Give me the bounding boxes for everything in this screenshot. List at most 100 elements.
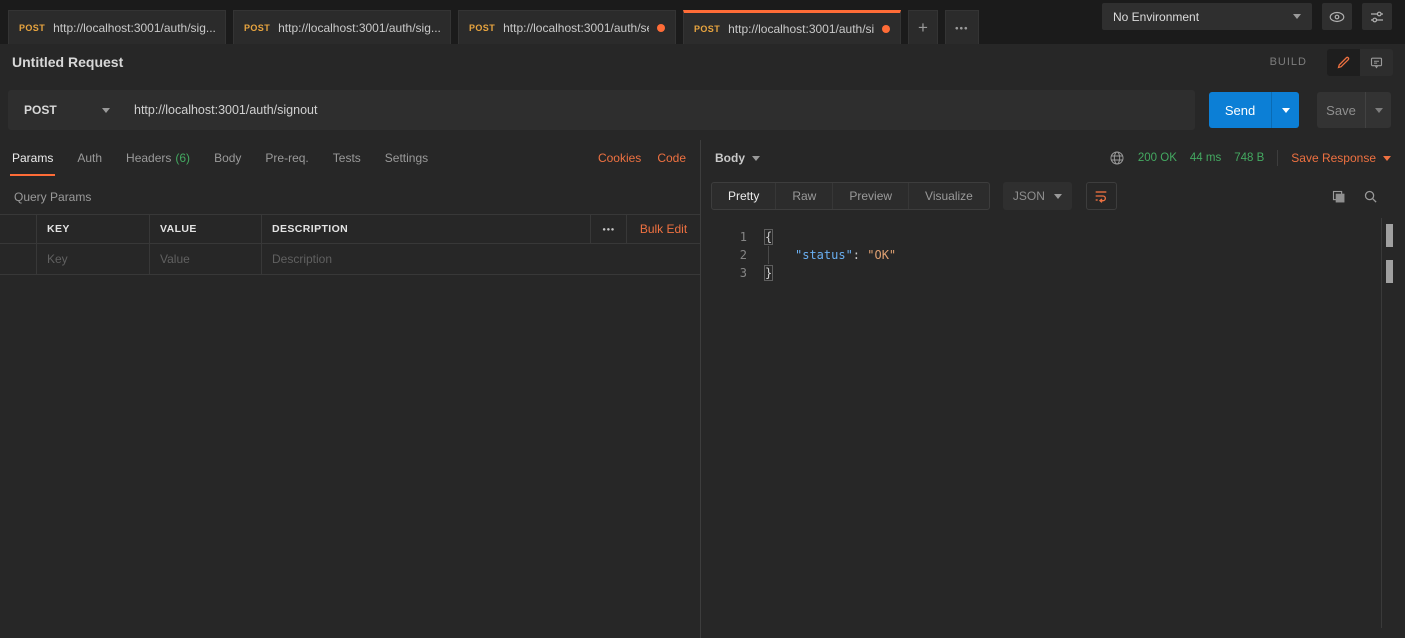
pencil-icon bbox=[1336, 55, 1351, 70]
view-tab-pretty[interactable]: Pretty bbox=[712, 183, 776, 209]
environment-selector[interactable]: No Environment bbox=[1102, 3, 1312, 30]
param-value-input[interactable] bbox=[150, 252, 261, 266]
new-tab-button[interactable]: + bbox=[908, 10, 938, 44]
url-input[interactable] bbox=[122, 103, 1195, 117]
tab-url-label: http://localhost:3001/auth/sig... bbox=[728, 22, 874, 36]
unsaved-changes-dot bbox=[882, 25, 890, 33]
plus-icon: + bbox=[918, 18, 928, 38]
tab-settings[interactable]: Settings bbox=[383, 140, 430, 176]
tab-params[interactable]: Params bbox=[10, 140, 55, 176]
chevron-down-icon bbox=[1054, 194, 1062, 199]
request-tab-3[interactable]: POST http://localhost:3001/auth/ses... bbox=[458, 10, 676, 44]
top-bar: POST http://localhost:3001/auth/sig... P… bbox=[0, 0, 1405, 44]
copy-response-button[interactable] bbox=[1331, 189, 1346, 204]
tab-auth[interactable]: Auth bbox=[75, 140, 104, 176]
row-select-gutter bbox=[0, 215, 37, 243]
ellipsis-icon: ●●● bbox=[602, 226, 615, 233]
request-tab-4-active[interactable]: POST http://localhost:3001/auth/sig... bbox=[683, 10, 901, 44]
response-body-dropdown[interactable]: Body bbox=[715, 151, 760, 165]
response-size: 748 B bbox=[1234, 152, 1264, 164]
indent-guide bbox=[768, 246, 769, 264]
column-header-key: KEY bbox=[37, 223, 70, 235]
param-description-input[interactable] bbox=[262, 252, 700, 266]
build-mode-label: BUILD bbox=[1270, 56, 1307, 68]
save-options-button[interactable] bbox=[1365, 92, 1391, 128]
param-key-input[interactable] bbox=[37, 252, 149, 266]
chevron-down-icon bbox=[1282, 108, 1290, 113]
response-header-row: Body 200 OK 44 ms 748 B Save Response bbox=[701, 140, 1405, 176]
line-number: 3 bbox=[701, 264, 747, 282]
request-title-row: Untitled Request BUILD bbox=[0, 44, 1405, 80]
tab-headers[interactable]: Headers(6) bbox=[124, 140, 192, 176]
wrap-text-icon bbox=[1093, 188, 1109, 204]
send-button-group: Send bbox=[1209, 92, 1299, 128]
chevron-down-icon bbox=[1293, 14, 1301, 19]
tab-method-badge: POST bbox=[694, 24, 720, 34]
column-header-description: DESCRIPTION bbox=[262, 223, 348, 235]
format-selector[interactable]: JSON bbox=[1003, 182, 1072, 210]
network-globe-icon[interactable] bbox=[1109, 150, 1125, 166]
ellipsis-icon: ●●● bbox=[955, 24, 969, 31]
comment-icon bbox=[1369, 55, 1384, 70]
search-icon bbox=[1363, 189, 1378, 204]
view-tab-visualize[interactable]: Visualize bbox=[909, 183, 989, 209]
main-split: Params Auth Headers(6) Body Pre-req. Tes… bbox=[0, 140, 1405, 638]
method-selector[interactable]: POST bbox=[8, 103, 122, 117]
edit-mode-button[interactable] bbox=[1327, 49, 1360, 76]
response-code-viewer[interactable]: 1 { 2 "status": "OK" 3 } bbox=[701, 216, 1405, 282]
code-link[interactable]: Code bbox=[657, 151, 686, 165]
params-menu-button[interactable]: ●●● bbox=[591, 215, 627, 243]
comment-button[interactable] bbox=[1360, 49, 1393, 76]
save-button-group: Save bbox=[1317, 92, 1391, 128]
line-number: 2 bbox=[701, 246, 747, 264]
query-params-table: KEY VALUE DESCRIPTION ●●● Bulk Edit bbox=[0, 214, 700, 275]
more-tabs-button[interactable]: ●●● bbox=[945, 10, 979, 44]
tab-method-badge: POST bbox=[469, 23, 495, 33]
json-separator-token: : bbox=[853, 248, 867, 262]
address-bar: POST bbox=[8, 90, 1195, 130]
environment-selected-label: No Environment bbox=[1113, 10, 1199, 24]
chevron-down-icon bbox=[1375, 108, 1383, 113]
status-badge: 200 OK bbox=[1138, 152, 1177, 164]
tab-tests[interactable]: Tests bbox=[331, 140, 363, 176]
tab-url-label: http://localhost:3001/auth/ses... bbox=[503, 21, 649, 35]
request-tab-2[interactable]: POST http://localhost:3001/auth/sig... bbox=[233, 10, 451, 44]
send-button[interactable]: Send bbox=[1209, 92, 1271, 128]
url-bar-row: POST Send Save bbox=[0, 80, 1405, 140]
request-tab-1[interactable]: POST http://localhost:3001/auth/sig... bbox=[8, 10, 226, 44]
response-view-tabs: Pretty Raw Preview Visualize bbox=[711, 182, 990, 210]
chevron-down-icon bbox=[1383, 156, 1391, 161]
save-response-button[interactable]: Save Response bbox=[1291, 151, 1391, 165]
scroll-annotation-mark[interactable] bbox=[1386, 224, 1393, 247]
mode-toggle-group bbox=[1327, 49, 1393, 76]
request-title: Untitled Request bbox=[12, 54, 123, 70]
environment-zone: No Environment bbox=[1102, 0, 1405, 44]
bulk-edit-link[interactable]: Bulk Edit bbox=[640, 222, 687, 236]
save-button[interactable]: Save bbox=[1317, 92, 1365, 128]
settings-button[interactable] bbox=[1362, 3, 1392, 30]
wrap-lines-button[interactable] bbox=[1086, 182, 1117, 210]
request-tab-strip: POST http://localhost:3001/auth/sig... P… bbox=[0, 0, 979, 44]
scroll-annotation-mark[interactable] bbox=[1386, 260, 1393, 283]
chevron-down-icon bbox=[102, 108, 110, 113]
open-brace-token: { bbox=[765, 230, 772, 244]
view-tab-raw[interactable]: Raw bbox=[776, 183, 833, 209]
request-section-tabs: Params Auth Headers(6) Body Pre-req. Tes… bbox=[0, 140, 700, 176]
cookies-link[interactable]: Cookies bbox=[598, 151, 641, 165]
tab-body[interactable]: Body bbox=[212, 140, 243, 176]
search-response-button[interactable] bbox=[1363, 189, 1378, 204]
headers-count-badge: (6) bbox=[175, 151, 190, 165]
divider bbox=[1277, 150, 1278, 166]
send-options-button[interactable] bbox=[1271, 92, 1299, 128]
sliders-icon bbox=[1368, 8, 1386, 26]
chevron-down-icon bbox=[752, 156, 760, 161]
tab-pre-request[interactable]: Pre-req. bbox=[263, 140, 310, 176]
environment-quick-look-button[interactable] bbox=[1322, 3, 1352, 30]
json-key-token: "status" bbox=[795, 248, 853, 262]
editor-scroll-track[interactable] bbox=[1381, 218, 1382, 628]
close-brace-token: } bbox=[765, 266, 772, 280]
tab-method-badge: POST bbox=[244, 23, 270, 33]
view-tab-preview[interactable]: Preview bbox=[833, 183, 909, 209]
code-line: 2 "status": "OK" bbox=[701, 246, 1405, 264]
request-panel: Params Auth Headers(6) Body Pre-req. Tes… bbox=[0, 140, 701, 638]
